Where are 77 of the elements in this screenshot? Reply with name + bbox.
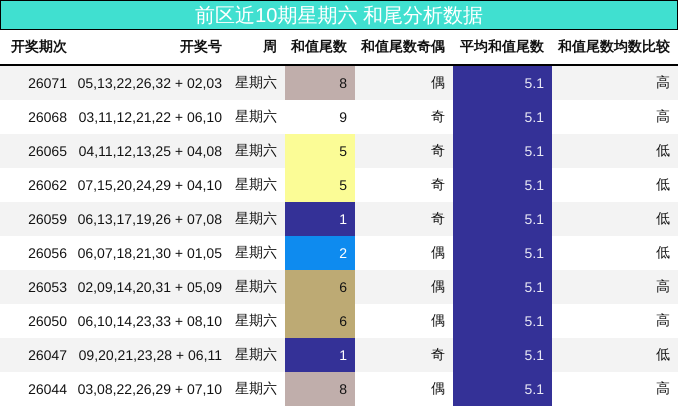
table-cell-text: 07,15,20,24,29 + 04,10	[76, 176, 223, 195]
table-cell: 8	[285, 66, 355, 100]
table-cell-text: 低	[655, 141, 671, 160]
table-cell-text: 奇	[430, 345, 446, 364]
table-cell: 1	[285, 202, 355, 236]
table-cell-text: 03,11,12,21,22 + 06,10	[78, 108, 223, 127]
table-cell: 5.1	[453, 304, 552, 338]
table-cell-text: 26053	[27, 278, 68, 297]
table-cell: 2	[285, 236, 355, 270]
table-cell-text: 星期六	[234, 73, 278, 92]
table-cell-text: 04,11,12,13,25 + 04,08	[78, 142, 223, 161]
table-cell-text: 奇	[430, 209, 446, 228]
table-cell-text: 05,13,22,26,32 + 02,03	[76, 74, 223, 93]
table-cell-text: 09,20,21,23,28 + 06,11	[78, 346, 223, 365]
table-cell: 5.1	[453, 236, 552, 270]
table-cell: 6	[285, 304, 355, 338]
table-cell: 6	[285, 270, 355, 304]
table-cell-text: 高	[655, 73, 671, 92]
table-cell-text: 低	[655, 243, 671, 262]
table-cell: 5.1	[453, 134, 552, 168]
table-cell-text: 星期六	[234, 277, 278, 296]
table-cell-text: 星期六	[234, 243, 278, 262]
table-cell: 5.1	[453, 372, 552, 406]
table-cell-text: 26071	[27, 74, 68, 93]
table-cell-text: 06,07,18,21,30 + 01,05	[76, 244, 223, 263]
table-cell-text: 26047	[27, 346, 68, 365]
table-cell-text: 星期六	[234, 107, 278, 126]
table-title: 前区近10期星期六 和尾分析数据	[0, 0, 678, 30]
table-cell: 5	[285, 134, 355, 168]
column-header: 周	[262, 37, 278, 56]
table-cell-text: 偶	[430, 379, 446, 398]
table-cell-text: 26065	[27, 142, 68, 161]
table-cell-text: 26056	[27, 244, 68, 263]
table-cell: 5.1	[453, 338, 552, 372]
table-cell-text: 06,10,14,23,33 + 08,10	[76, 312, 223, 331]
table-cell: 5.1	[453, 66, 552, 100]
table-cell: 5.1	[453, 100, 552, 134]
table-cell: 1	[285, 338, 355, 372]
column-header: 和值尾数	[290, 37, 348, 56]
table-cell: 5.1	[453, 270, 552, 304]
table-cell-text: 26050	[27, 312, 68, 331]
table-cell-text: 星期六	[234, 311, 278, 330]
table-cell-text: 高	[655, 379, 671, 398]
table-cell-text: 偶	[430, 243, 446, 262]
table-cell-text: 低	[655, 345, 671, 364]
table-cell-text: 高	[655, 311, 671, 330]
table-cell-text: 奇	[430, 107, 446, 126]
table-cell: 5	[285, 168, 355, 202]
table-cell-text: 高	[655, 277, 671, 296]
table-cell-text: 02,09,14,20,31 + 05,09	[76, 278, 223, 297]
column-header: 平均和值尾数	[459, 37, 545, 56]
table-cell: 5.1	[453, 202, 552, 236]
table-cell: 8	[285, 372, 355, 406]
table-cell-text: 低	[655, 209, 671, 228]
table-cell-text: 偶	[430, 73, 446, 92]
table-cell-text: 26068	[27, 108, 68, 127]
table-cell: 5.1	[453, 168, 552, 202]
table-cell-text: 低	[655, 175, 671, 194]
column-header: 开奖期次	[10, 37, 68, 56]
table-cell-text: 星期六	[234, 141, 278, 160]
table-cell-text: 偶	[430, 311, 446, 330]
table-cell-text: 偶	[430, 277, 446, 296]
table-cell-text: 星期六	[234, 175, 278, 194]
table-cell-text: 06,13,17,19,26 + 07,08	[76, 210, 223, 229]
table-cell-text: 奇	[430, 141, 446, 160]
table-cell-text: 奇	[430, 175, 446, 194]
table-cell-text: 星期六	[234, 209, 278, 228]
column-header: 开奖号	[179, 37, 223, 56]
table-cell-text: 高	[655, 107, 671, 126]
table-cell-text: 03,08,22,26,29 + 07,10	[76, 380, 223, 399]
column-header: 和值尾数奇偶	[360, 37, 446, 56]
table-cell-text: 星期六	[234, 345, 278, 364]
table-cell-text: 星期六	[234, 379, 278, 398]
table-cell-text: 26062	[27, 176, 68, 195]
table-cell-text: 26044	[27, 380, 68, 399]
table-cell-text: 26059	[27, 210, 68, 229]
column-header: 和值尾数均数比较	[556, 37, 671, 56]
